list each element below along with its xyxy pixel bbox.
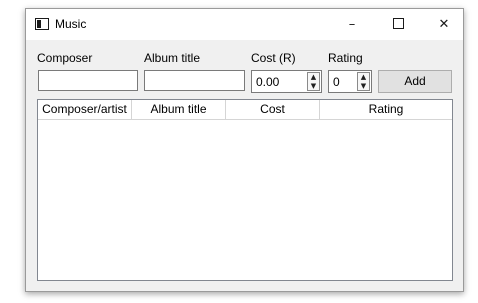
rating-label: Rating bbox=[328, 51, 363, 65]
close-button[interactable]: ✕ bbox=[421, 9, 467, 40]
cost-spin-buttons: ▲ ▼ bbox=[307, 72, 320, 91]
maximize-icon bbox=[392, 18, 404, 29]
composer-input[interactable] bbox=[38, 70, 138, 91]
title-bar[interactable]: Music – ✕ bbox=[26, 9, 463, 40]
composer-label: Composer bbox=[37, 51, 93, 65]
cost-spinbox[interactable]: 0.00 ▲ ▼ bbox=[251, 70, 322, 93]
app-window-icon bbox=[35, 18, 49, 30]
add-button[interactable]: Add bbox=[378, 70, 452, 93]
column-header-cost[interactable]: Cost bbox=[226, 100, 320, 119]
rating-decrement-icon[interactable]: ▼ bbox=[358, 82, 369, 90]
music-table[interactable]: Composer/artist Album title Cost Rating bbox=[37, 99, 453, 281]
rating-increment-icon[interactable]: ▲ bbox=[358, 73, 369, 81]
cost-label: Cost (R) bbox=[251, 51, 296, 65]
minimize-button[interactable]: – bbox=[329, 9, 375, 40]
column-header-rating[interactable]: Rating bbox=[320, 100, 452, 119]
music-window: Music – ✕ Composer Album title Cost (R) … bbox=[25, 8, 464, 292]
rating-value[interactable]: 0 bbox=[333, 75, 340, 89]
table-header: Composer/artist Album title Cost Rating bbox=[38, 100, 452, 120]
cost-value[interactable]: 0.00 bbox=[256, 75, 279, 89]
column-header-album-title[interactable]: Album title bbox=[132, 100, 226, 119]
rating-spin-buttons: ▲ ▼ bbox=[357, 72, 370, 91]
window-title: Music bbox=[55, 17, 87, 31]
cost-increment-icon[interactable]: ▲ bbox=[308, 73, 319, 81]
maximize-button[interactable] bbox=[375, 9, 421, 40]
rating-spinbox[interactable]: 0 ▲ ▼ bbox=[328, 70, 372, 93]
album-title-input[interactable] bbox=[144, 70, 245, 91]
album-title-label: Album title bbox=[144, 51, 201, 65]
column-header-composer[interactable]: Composer/artist bbox=[38, 100, 132, 119]
cost-decrement-icon[interactable]: ▼ bbox=[308, 82, 319, 90]
